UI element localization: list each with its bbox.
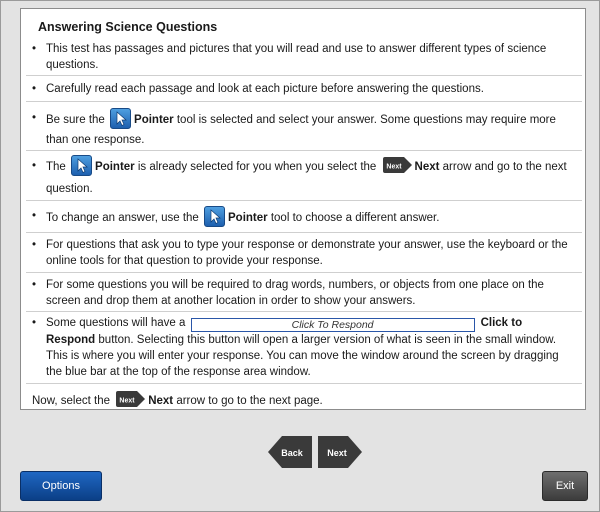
instructions-panel: Answering Science Questions • This test … (20, 8, 586, 410)
pointer-tool-icon (204, 206, 226, 227)
text-run: button. Selecting this button will open … (46, 334, 559, 378)
list-item-text: For questions that ask you to type your … (46, 239, 568, 267)
bullet-dot: • (32, 210, 37, 222)
next-button-label: Next (327, 448, 347, 458)
pointer-label: Pointer (228, 212, 268, 224)
options-button[interactable]: Options (20, 471, 102, 501)
text-run: tool to choose a different answer. (270, 212, 440, 224)
text-run: To change an answer, use the (46, 212, 199, 224)
pointer-label: Pointer (95, 161, 135, 173)
bullet-dot: • (32, 43, 37, 55)
pointer-tool-icon (110, 108, 132, 129)
final-instruction: Now, select the Next Next arrow to go to … (32, 390, 323, 409)
next-arrow-icon: Next (115, 390, 146, 408)
text-run: Be sure the (46, 114, 105, 126)
back-button[interactable]: Back (268, 434, 312, 475)
text-run: is already selected for you when you sel… (137, 161, 377, 173)
list-item-text: The Pointer is already selected for you … (46, 155, 572, 200)
exit-button[interactable]: Exit (542, 471, 588, 501)
bullet-dot: • (32, 317, 37, 329)
pointer-label: Pointer (134, 114, 174, 126)
next-label: Next (148, 395, 174, 407)
list-item-text: Be sure the Pointer tool is selected and… (46, 108, 572, 150)
next-icon-label: Next (120, 398, 136, 405)
next-button[interactable]: Next (318, 434, 362, 475)
bullet-dot: • (32, 279, 37, 291)
text-run: Some questions will have a (46, 317, 186, 329)
divider (26, 311, 582, 312)
text-run: arrow to go to the next page. (176, 395, 323, 407)
divider (26, 75, 582, 76)
divider (26, 272, 582, 273)
divider (26, 232, 582, 233)
click-to-respond-button[interactable]: Click To Respond (190, 318, 475, 332)
back-button-label: Back (281, 448, 304, 458)
next-arrow-icon: Next (382, 156, 413, 174)
text-run: The (46, 161, 66, 173)
bullet-dot: • (32, 160, 37, 172)
bullet-dot: • (32, 239, 37, 251)
pointer-tool-icon (71, 155, 93, 176)
text-run: Now, select the (32, 395, 110, 407)
next-icon-label: Next (386, 164, 402, 171)
next-label: Next (414, 161, 440, 173)
bullet-dot: • (32, 83, 37, 95)
list-item-text: Some questions will have a Click To Resp… (46, 315, 572, 380)
divider (26, 383, 582, 384)
divider (26, 101, 582, 102)
page-title: Answering Science Questions (38, 20, 218, 34)
divider (26, 150, 582, 151)
list-item-text: This test has passages and pictures that… (46, 43, 547, 71)
list-item-text: To change an answer, use the Pointer too… (46, 206, 572, 228)
divider (26, 200, 582, 201)
bullet-dot: • (32, 112, 37, 124)
list-item-text: For some questions you will be required … (46, 279, 544, 307)
list-item-text: Carefully read each passage and look at … (46, 83, 484, 95)
